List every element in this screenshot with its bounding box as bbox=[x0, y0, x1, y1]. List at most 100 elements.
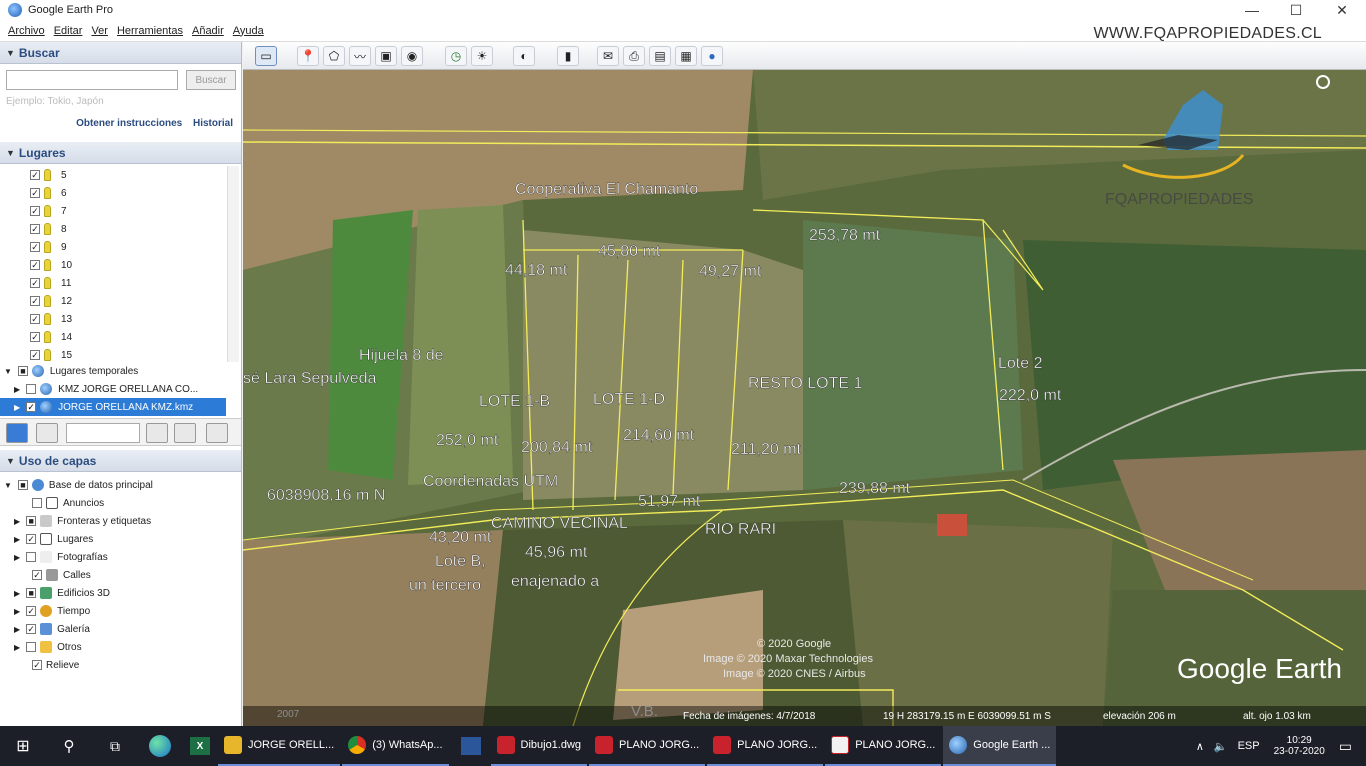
search-places-button[interactable] bbox=[6, 423, 28, 443]
taskbar-app-autocad-1[interactable]: Dibujo1.dwg bbox=[490, 726, 588, 766]
places-filter-input[interactable] bbox=[66, 423, 140, 443]
clock[interactable]: 10:29 23-07-2020 bbox=[1274, 735, 1325, 757]
sign-in-icon[interactable]: ● bbox=[701, 46, 723, 66]
checkbox[interactable] bbox=[26, 384, 37, 394]
taskbar-app-pdf[interactable]: PLANO JORG... bbox=[825, 726, 942, 766]
imagery-date: Fecha de imágenes: 4/7/2018 bbox=[683, 711, 816, 722]
taskbar-app-chrome[interactable]: (3) WhatsAp... bbox=[342, 726, 449, 766]
search-panel-header[interactable]: ▼ Buscar bbox=[0, 42, 241, 64]
close-button[interactable]: ✕ bbox=[1322, 0, 1362, 20]
layer-item[interactable]: ▶ Otros bbox=[14, 638, 82, 656]
satellite-imagery[interactable]: Cooperativa El Chamanto 44,18 mt 45,80 m… bbox=[243, 70, 1366, 726]
folder-button[interactable] bbox=[206, 423, 228, 443]
sidebar-toggle-button[interactable] bbox=[36, 423, 58, 443]
task-view-icon[interactable]: ⧉ bbox=[92, 726, 138, 766]
search-button[interactable]: Buscar bbox=[186, 70, 236, 90]
save-image-icon[interactable]: ▤ bbox=[649, 46, 671, 66]
move-up-button[interactable] bbox=[146, 423, 168, 443]
kmz-item-1[interactable]: ▶ KMZ JORGE ORELLANA CO... bbox=[14, 380, 198, 398]
word-icon[interactable] bbox=[451, 726, 491, 766]
checkbox[interactable]: ✓ bbox=[30, 296, 40, 306]
sidebar-toggle-icon[interactable]: ▭ bbox=[255, 46, 277, 66]
checkbox[interactable]: ✓ bbox=[30, 188, 40, 198]
taskbar-app-explorer[interactable]: JORGE ORELL... bbox=[218, 726, 341, 766]
menu-ayuda[interactable]: Ayuda bbox=[233, 25, 264, 37]
layer-item[interactable]: Anuncios bbox=[32, 494, 104, 512]
layer-item[interactable]: ▶ ■ Fronteras y etiquetas bbox=[14, 512, 151, 530]
place-item[interactable]: ✓ 13 bbox=[30, 310, 72, 328]
checkbox[interactable]: ✓ bbox=[30, 242, 40, 252]
search-icon[interactable]: ⚲ bbox=[46, 726, 92, 766]
taskbar-app-autocad-2[interactable]: PLANO JORG... bbox=[589, 726, 706, 766]
place-item[interactable]: ✓ 14 bbox=[30, 328, 72, 346]
add-path-icon[interactable]: 〰 bbox=[349, 46, 371, 66]
place-item[interactable]: ✓ 11 bbox=[30, 274, 71, 292]
checkbox[interactable]: ■ bbox=[17, 366, 28, 376]
chevron-up-icon[interactable]: ∧ bbox=[1196, 740, 1204, 753]
checkbox[interactable]: ✓ bbox=[30, 170, 40, 180]
start-windows-icon[interactable]: ⊞ bbox=[0, 726, 46, 766]
minimize-button[interactable]: — bbox=[1232, 0, 1272, 20]
place-item[interactable]: ✓ 6 bbox=[30, 184, 67, 202]
menu-archivo[interactable]: Archivo bbox=[8, 25, 45, 37]
map-view[interactable]: Cooperativa El Chamanto 44,18 mt 45,80 m… bbox=[243, 70, 1366, 726]
menu-ver[interactable]: Ver bbox=[91, 25, 108, 37]
edge-icon[interactable] bbox=[138, 726, 182, 766]
add-placemark-icon[interactable]: 📍 bbox=[297, 46, 319, 66]
place-item[interactable]: ✓ 8 bbox=[30, 220, 67, 238]
layers-panel-header[interactable]: ▼ Uso de capas bbox=[0, 450, 241, 472]
taskbar-app-google-earth[interactable]: Google Earth ... bbox=[943, 726, 1057, 766]
kmz-item-2[interactable]: ▶ ✓ JORGE ORELLANA KMZ.kmz bbox=[0, 398, 226, 416]
maximize-button[interactable]: ☐ bbox=[1276, 0, 1316, 20]
language-indicator[interactable]: ESP bbox=[1238, 740, 1260, 752]
print-icon[interactable]: ⎙ bbox=[623, 46, 645, 66]
notifications-icon[interactable]: ▭ bbox=[1339, 738, 1352, 755]
places-panel-title: Lugares bbox=[18, 145, 66, 160]
places-panel-header[interactable]: ▼ Lugares bbox=[0, 142, 241, 164]
checkbox[interactable]: ✓ bbox=[30, 314, 40, 324]
excel-icon[interactable]: X bbox=[182, 726, 218, 766]
checkbox[interactable]: ✓ bbox=[26, 402, 37, 412]
volume-icon[interactable]: 🔈 bbox=[1214, 740, 1228, 753]
layer-item[interactable]: ✓ Calles bbox=[32, 566, 91, 584]
checkbox[interactable]: ✓ bbox=[30, 350, 40, 360]
layer-item[interactable]: ▶ ✓ Tiempo bbox=[14, 602, 90, 620]
add-overlay-icon[interactable]: ▣ bbox=[375, 46, 397, 66]
checkbox[interactable]: ✓ bbox=[30, 206, 40, 216]
checkbox[interactable]: ✓ bbox=[30, 260, 40, 270]
checkbox[interactable]: ✓ bbox=[30, 332, 40, 342]
menu-editar[interactable]: Editar bbox=[54, 25, 83, 37]
record-tour-icon[interactable]: ◉ bbox=[401, 46, 423, 66]
place-item[interactable]: ✓ 12 bbox=[30, 292, 72, 310]
layer-item[interactable]: ✓ Relieve bbox=[32, 656, 79, 674]
history-link[interactable]: Historial bbox=[193, 118, 233, 129]
layer-item[interactable]: ▼ ■ Base de datos principal bbox=[4, 476, 153, 494]
add-polygon-icon[interactable]: ⬠ bbox=[323, 46, 345, 66]
place-item[interactable]: ✓ 9 bbox=[30, 238, 67, 256]
taskbar-app-autocad-3[interactable]: PLANO JORG... bbox=[707, 726, 824, 766]
title-bar: Google Earth Pro — ☐ ✕ bbox=[0, 0, 1366, 20]
place-item[interactable]: ✓ 5 bbox=[30, 166, 67, 184]
menu-anadir[interactable]: Añadir bbox=[192, 25, 224, 37]
layer-item[interactable]: ▶ ✓ Galería bbox=[14, 620, 90, 638]
move-down-button[interactable] bbox=[174, 423, 196, 443]
checkbox[interactable]: ✓ bbox=[30, 278, 40, 288]
layer-item[interactable]: ▶ ■ Edificios 3D bbox=[14, 584, 110, 602]
sunlight-icon[interactable]: ☀ bbox=[471, 46, 493, 66]
temp-places-folder[interactable]: ▼ ■ Lugares temporales bbox=[4, 362, 138, 380]
copyright-google: © 2020 Google bbox=[757, 638, 831, 650]
email-icon[interactable]: ✉ bbox=[597, 46, 619, 66]
search-input[interactable] bbox=[6, 70, 178, 90]
menu-herramientas[interactable]: Herramientas bbox=[117, 25, 183, 37]
ruler-icon[interactable]: ▮ bbox=[557, 46, 579, 66]
directions-link[interactable]: Obtener instrucciones bbox=[76, 118, 182, 129]
layer-item[interactable]: ▶ Fotografías bbox=[14, 548, 108, 566]
place-item[interactable]: ✓ 10 bbox=[30, 256, 72, 274]
view-in-maps-icon[interactable]: ▦ bbox=[675, 46, 697, 66]
planets-icon[interactable]: ◐ bbox=[513, 46, 535, 66]
historical-imagery-icon[interactable]: ◷ bbox=[445, 46, 467, 66]
places-scrollbar[interactable] bbox=[227, 166, 239, 362]
place-item[interactable]: ✓ 7 bbox=[30, 202, 67, 220]
layer-item[interactable]: ▶ ✓ Lugares bbox=[14, 530, 93, 548]
checkbox[interactable]: ✓ bbox=[30, 224, 40, 234]
